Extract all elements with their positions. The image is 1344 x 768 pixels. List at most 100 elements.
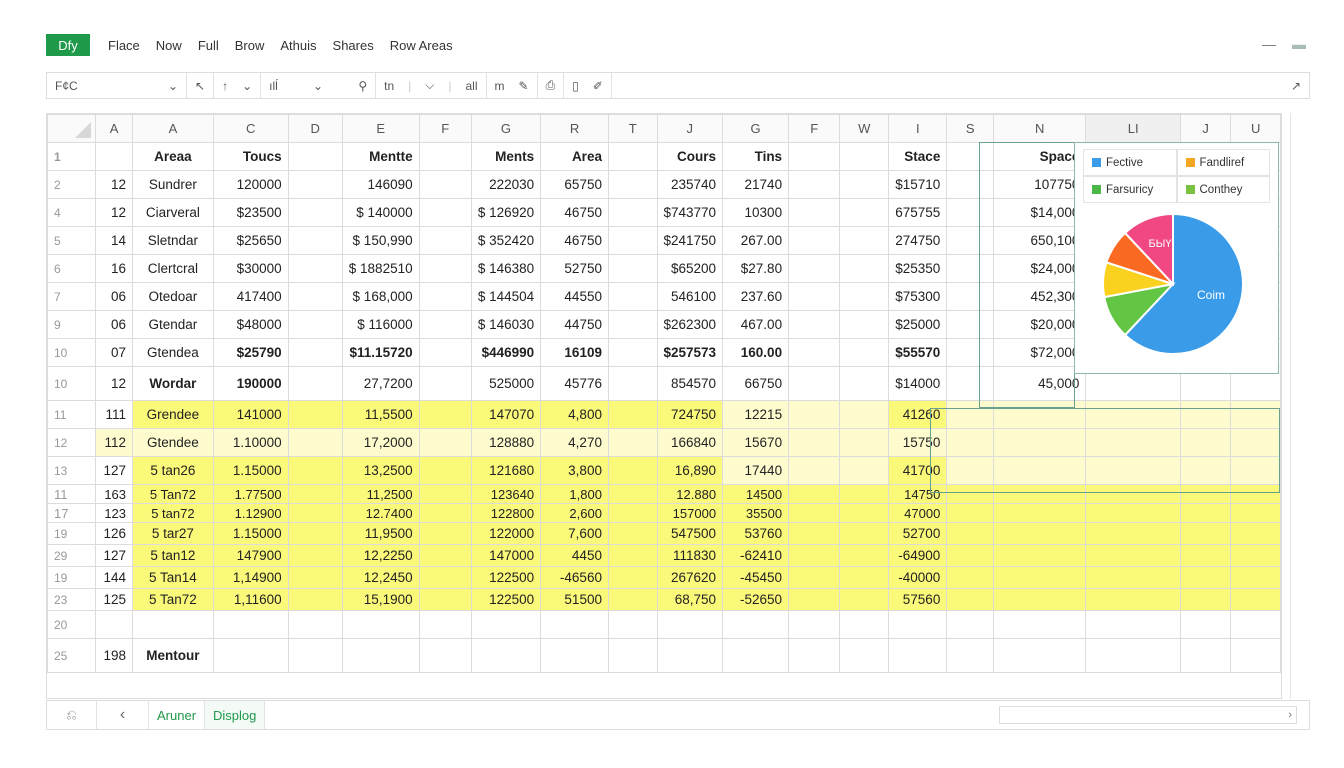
chevron-down-icon[interactable]: ⌄ — [313, 79, 323, 93]
cell[interactable] — [418, 484, 472, 504]
cell[interactable] — [993, 544, 1087, 567]
cell[interactable]: 1,11600 — [212, 588, 289, 611]
cell[interactable]: 127 — [95, 456, 134, 485]
cell[interactable]: $25350 — [888, 254, 948, 283]
cell[interactable] — [540, 610, 609, 639]
cell[interactable] — [1180, 610, 1232, 639]
cell[interactable]: 111830 — [656, 544, 724, 567]
cell[interactable]: 1,800 — [540, 484, 609, 504]
cell[interactable] — [287, 366, 343, 401]
cell[interactable]: 157000 — [656, 503, 724, 523]
row-header[interactable]: 11 — [47, 484, 97, 504]
cell[interactable] — [607, 456, 658, 485]
cell[interactable]: 675755 — [888, 198, 948, 227]
cell[interactable] — [470, 610, 542, 639]
cell[interactable]: Mentte — [341, 142, 420, 171]
cell[interactable]: Otedoar — [132, 282, 214, 311]
cell[interactable] — [1230, 566, 1281, 589]
column-header[interactable]: LI — [1085, 114, 1182, 143]
chevron-down-icon[interactable]: ⌄ — [242, 79, 252, 93]
cell[interactable]: 123 — [95, 503, 134, 523]
cell[interactable]: 5 Tan14 — [132, 566, 214, 589]
cell[interactable] — [946, 456, 995, 485]
cell[interactable]: Cours — [656, 142, 724, 171]
cell[interactable] — [287, 170, 343, 199]
cell[interactable]: 5 tan72 — [132, 503, 214, 523]
cell[interactable] — [839, 544, 890, 567]
menu-item-now[interactable]: Now — [156, 38, 182, 53]
cell[interactable] — [946, 254, 995, 283]
cell[interactable]: 1.12900 — [212, 503, 289, 523]
cell[interactable] — [946, 566, 995, 589]
cell[interactable]: 222030 — [470, 170, 542, 199]
cell[interactable]: 17,2000 — [341, 428, 420, 457]
cell[interactable]: 147070 — [470, 400, 542, 429]
cell[interactable]: $ 116000 — [341, 310, 420, 339]
cell[interactable] — [287, 428, 343, 457]
cell[interactable] — [287, 254, 343, 283]
cell[interactable]: 7,600 — [540, 522, 609, 545]
cell[interactable]: 11,5500 — [341, 400, 420, 429]
cell[interactable]: -64900 — [888, 544, 948, 567]
cell[interactable]: 15670 — [722, 428, 790, 457]
cell[interactable] — [656, 638, 724, 673]
cell[interactable] — [839, 484, 890, 504]
cell[interactable]: 546100 — [656, 282, 724, 311]
cell[interactable] — [287, 142, 343, 171]
cell[interactable]: $ 352420 — [470, 226, 542, 255]
cell[interactable] — [993, 566, 1087, 589]
cell[interactable]: $75300 — [888, 282, 948, 311]
cell[interactable] — [839, 226, 890, 255]
cell[interactable] — [946, 503, 995, 523]
cell[interactable]: 1,14900 — [212, 566, 289, 589]
column-header[interactable]: E — [341, 114, 420, 143]
cell[interactable]: 12 — [95, 170, 134, 199]
cell[interactable]: $48000 — [212, 310, 289, 339]
cell[interactable]: 120000 — [212, 170, 289, 199]
cell[interactable]: 14750 — [888, 484, 948, 504]
cell[interactable] — [607, 484, 658, 504]
cell[interactable] — [418, 400, 472, 429]
cell[interactable]: 5 Tan72 — [132, 588, 214, 611]
cell[interactable]: 5 tar27 — [132, 522, 214, 545]
cell[interactable] — [722, 610, 790, 639]
cell[interactable] — [946, 544, 995, 567]
cell[interactable] — [1180, 456, 1232, 485]
scroll-right-icon[interactable]: › — [1288, 709, 1292, 721]
cell[interactable]: 12.7400 — [341, 503, 420, 523]
cell[interactable]: $25650 — [212, 226, 289, 255]
column-header[interactable]: J — [656, 114, 724, 143]
cell[interactable] — [946, 310, 995, 339]
cell[interactable] — [1180, 544, 1232, 567]
cell[interactable] — [946, 428, 995, 457]
edit-icon[interactable]: ✐ — [593, 79, 603, 93]
cell[interactable]: 1.77500 — [212, 484, 289, 504]
chart-bars-icon[interactable]: ılĺ — [269, 79, 278, 93]
cell[interactable]: 3,800 — [540, 456, 609, 485]
cell[interactable]: 10300 — [722, 198, 790, 227]
cell[interactable]: 854570 — [656, 366, 724, 401]
row-header[interactable]: 7 — [47, 282, 97, 311]
cell[interactable] — [839, 254, 890, 283]
cell[interactable]: $ 146380 — [470, 254, 542, 283]
cell[interactable] — [839, 170, 890, 199]
cell[interactable] — [418, 544, 472, 567]
undo-icon[interactable]: ↖ — [195, 79, 205, 93]
cell[interactable]: 12,2450 — [341, 566, 420, 589]
cell[interactable] — [607, 610, 658, 639]
row-header[interactable]: 25 — [47, 638, 97, 673]
menu-item-full[interactable]: Full — [198, 38, 219, 53]
cell[interactable] — [287, 310, 343, 339]
cell[interactable] — [1230, 456, 1281, 485]
cell[interactable] — [607, 170, 658, 199]
box-icon[interactable]: ▯ — [572, 79, 579, 93]
cell[interactable] — [418, 588, 472, 611]
cell[interactable] — [1085, 503, 1182, 523]
cell[interactable]: 128880 — [470, 428, 542, 457]
cell[interactable]: 198 — [95, 638, 134, 673]
cell[interactable] — [1230, 484, 1281, 504]
cell[interactable] — [607, 254, 658, 283]
cell[interactable] — [607, 566, 658, 589]
cell[interactable]: 452,300 — [993, 282, 1087, 311]
wrap-icon[interactable]: ⌵ — [425, 78, 434, 93]
